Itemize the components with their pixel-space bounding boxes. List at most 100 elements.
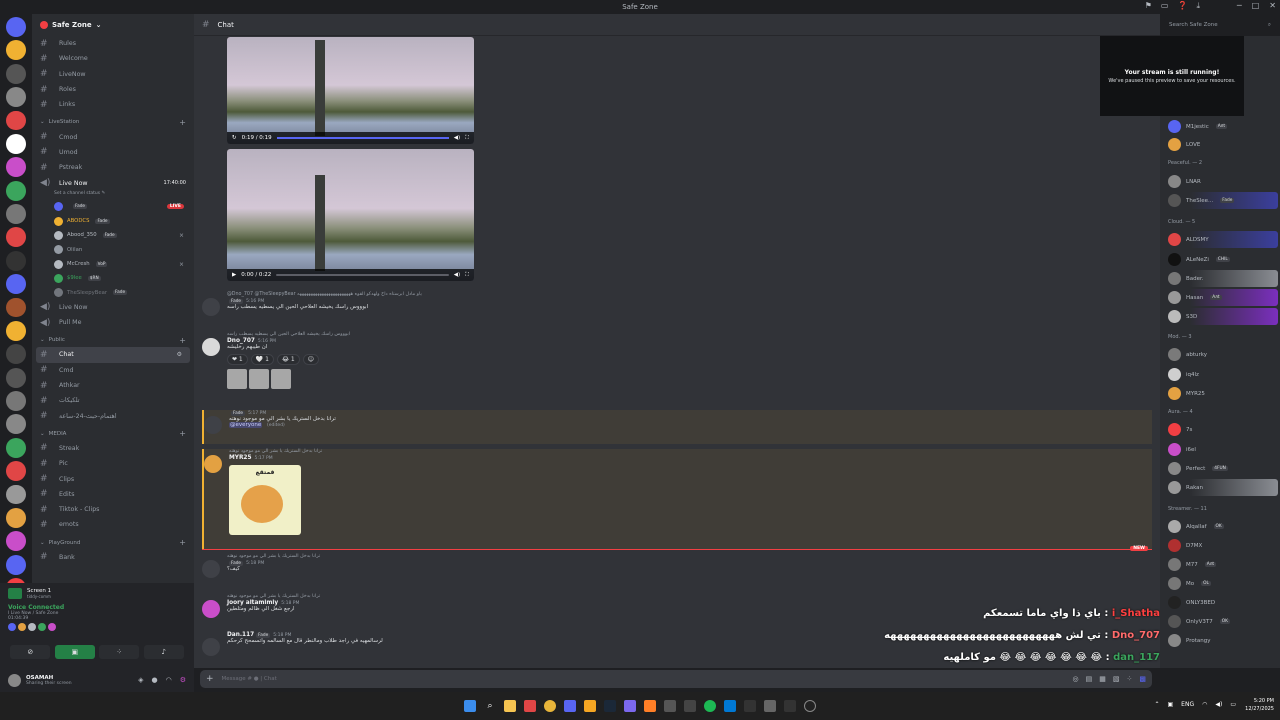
server-header[interactable]: Safe Zone ⌄	[32, 14, 194, 36]
volume-icon[interactable]: ◀)	[1215, 701, 1222, 708]
avatar[interactable]	[202, 560, 220, 578]
app-icon[interactable]	[584, 700, 596, 712]
member-item[interactable]: Perfect 4FUN	[1168, 460, 1278, 477]
channel--24-[interactable]: # اهتمام-حبث-24-ساعة	[32, 409, 194, 424]
sticker-icon[interactable]: ▧	[1113, 675, 1120, 683]
steam-icon[interactable]	[604, 700, 616, 712]
avatar[interactable]	[204, 416, 222, 434]
server-icon[interactable]	[6, 367, 26, 388]
file-explorer-icon[interactable]	[504, 700, 516, 712]
server-icon[interactable]	[6, 40, 26, 61]
channel-streak[interactable]: # Streak	[32, 441, 194, 456]
member-item[interactable]: ONLY3BED	[1168, 594, 1278, 611]
app-icon[interactable]	[784, 700, 796, 712]
add-channel-icon[interactable]: +	[179, 336, 186, 345]
minimize-button[interactable]: ─	[1237, 1, 1242, 10]
search-input[interactable]: Search Safe Zone ⌕	[1164, 18, 1276, 32]
voice-user[interactable]: Abood_350 Fade ⨯	[32, 228, 194, 242]
channel-tiktok-clips[interactable]: # Tiktok - Clips	[32, 502, 194, 517]
reaction[interactable]: 😂 1	[276, 354, 300, 365]
app-icon[interactable]	[684, 700, 696, 712]
headphones-icon[interactable]: ◠	[166, 676, 172, 684]
server-icon[interactable]	[6, 344, 26, 365]
channel-edits[interactable]: # Edits	[32, 487, 194, 502]
member-item[interactable]: iq4lz	[1168, 366, 1278, 383]
start-icon[interactable]	[464, 700, 476, 712]
channel-cmod[interactable]: # Cmod	[32, 129, 194, 144]
author-name[interactable]: MYR25	[229, 455, 252, 461]
add-reaction-button[interactable]: ☺	[302, 354, 319, 365]
channel-welcome[interactable]: # Welcome	[32, 51, 194, 66]
image-thumb[interactable]	[249, 369, 269, 389]
chevron-up-icon[interactable]: ⌃	[1154, 701, 1159, 708]
member-item[interactable]: LOVE	[1168, 136, 1278, 153]
server-icon[interactable]	[6, 204, 26, 224]
channel--[interactable]: # تلكيكات	[32, 393, 194, 408]
member-item[interactable]: LNAR	[1168, 173, 1278, 190]
channel-bank[interactable]: # Bank	[32, 550, 194, 565]
category-public[interactable]: ⌄ Public +	[32, 333, 194, 347]
server-icon[interactable]	[6, 133, 26, 154]
settings-icon[interactable]: ⚙	[180, 676, 186, 684]
search-icon[interactable]: ⌕	[484, 700, 496, 712]
image-thumb[interactable]	[271, 369, 291, 389]
reply-preview[interactable]: ابوووس راسك يخيشه العلاحي الحين الي يسطي…	[227, 332, 1152, 337]
channel-cmd[interactable]: # Cmd	[32, 363, 194, 378]
spotify-icon[interactable]	[704, 700, 716, 712]
server-icon[interactable]	[6, 63, 26, 84]
tray-app-icon[interactable]: ▣	[1168, 701, 1174, 708]
message-input[interactable]: + Message # ● | Chat ◎ ▤ ▦ ▧ ⁘ ▩	[200, 670, 1152, 688]
member-item[interactable]: Mo OL	[1168, 575, 1278, 592]
apps-icon[interactable]: ⁘	[1127, 675, 1133, 683]
mention[interactable]: @everyone	[229, 422, 263, 428]
avatar[interactable]	[202, 600, 220, 618]
reply-preview[interactable]: @Dno_707 @TheSleepyBear ياو مادل ابرستاه…	[227, 292, 1152, 297]
member-item[interactable]: M77 Aлt	[1168, 556, 1278, 573]
member-item[interactable]: i6el	[1168, 441, 1278, 458]
voice-user[interactable]: Olilan	[32, 243, 194, 257]
avatar[interactable]	[204, 455, 222, 473]
server-icon[interactable]	[6, 507, 26, 528]
volume-icon[interactable]: ◀)	[454, 135, 460, 141]
app-icon[interactable]	[664, 700, 676, 712]
app-icon[interactable]	[744, 700, 756, 712]
app-icon[interactable]	[644, 700, 656, 712]
voice-user[interactable]: ABODCS Fade	[32, 214, 194, 228]
avatar[interactable]	[202, 638, 220, 656]
clock[interactable]: 5:20 PM 12/27/2025	[1245, 697, 1274, 713]
server-icon[interactable]	[6, 110, 26, 131]
member-item[interactable]: TheSlee... Fade	[1168, 192, 1278, 209]
language-indicator[interactable]: ENG	[1181, 701, 1194, 708]
member-item[interactable]: Bader.	[1168, 270, 1278, 287]
member-item[interactable]: ALDSMY	[1168, 231, 1278, 248]
category-livestation[interactable]: ⌄ LiveStation +	[32, 115, 194, 129]
channel-roles[interactable]: # Roles	[32, 82, 194, 97]
server-icon[interactable]	[6, 87, 26, 107]
app-icon[interactable]	[804, 700, 816, 712]
message[interactable]: ترانا بدخل الستريك يا بشر الي مو موجود ن…	[202, 554, 1152, 578]
member-item[interactable]: OnlyV3T7 OK	[1168, 613, 1278, 630]
channel-links[interactable]: # Links	[32, 97, 194, 112]
avatar[interactable]	[202, 298, 220, 316]
video-attachment[interactable]: ▶ 0:00 / 0:22 ◀) ⛶	[227, 149, 474, 281]
reply-preview[interactable]: ترانا بدخل الستريك يا بشر الي مو موجود ن…	[229, 449, 1152, 454]
channel-settings-icon[interactable]: ⚙	[177, 351, 182, 358]
server-icon[interactable]	[6, 320, 26, 341]
app-icon[interactable]	[524, 700, 536, 712]
reply-preview[interactable]: ترانا بدخل الستريك يا بشر الي مو موجود ن…	[227, 554, 1152, 559]
message[interactable]: @Dno_707 @TheSleepyBear ياو مادل ابرستاه…	[202, 292, 1152, 316]
channel-pull-me[interactable]: ◀) Pull Me	[32, 315, 194, 330]
server-icon[interactable]	[6, 274, 26, 294]
member-item[interactable]: abturky	[1168, 346, 1278, 363]
member-item[interactable]: Hasan Aлt	[1168, 289, 1278, 306]
server-icon[interactable]	[6, 250, 26, 271]
server-icon[interactable]	[6, 414, 26, 435]
voice-user[interactable]: $9lee $RN	[32, 271, 194, 285]
avatar[interactable]	[8, 673, 21, 687]
mic-icon[interactable]: ●	[152, 676, 158, 684]
play-icon[interactable]: ▶	[232, 272, 236, 278]
gif-icon[interactable]: ▦	[1099, 675, 1106, 683]
discord-icon[interactable]	[564, 700, 576, 712]
inbox-icon[interactable]: ⚑	[1145, 1, 1152, 11]
image-thumb[interactable]	[227, 369, 247, 389]
